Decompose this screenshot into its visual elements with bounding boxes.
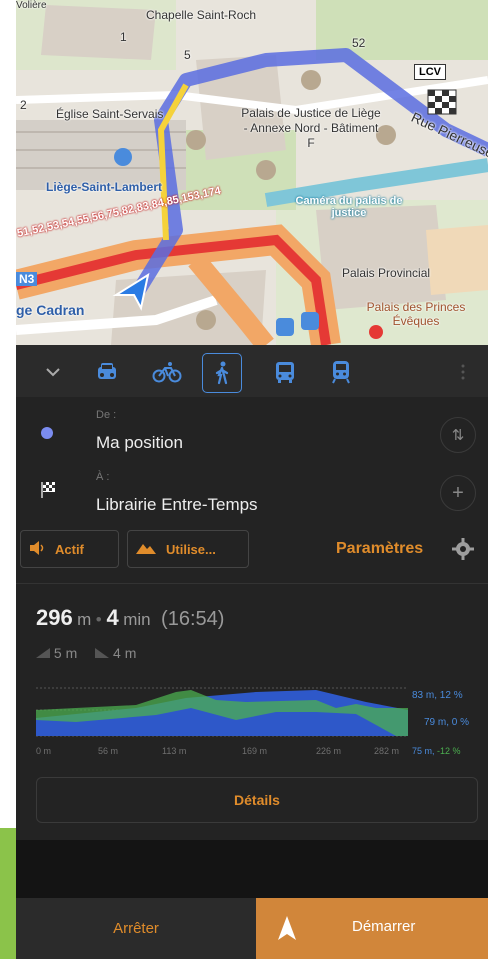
map-label-liege-lambert: Liège-Saint-Lambert — [46, 180, 163, 194]
legend-bottom: 75 m, -12 % — [412, 746, 461, 756]
descent-icon — [95, 645, 113, 661]
walk-icon[interactable] — [202, 353, 242, 393]
from-value: Ma position — [96, 433, 183, 452]
map-label-camera: Caméra du palais de justice — [295, 195, 403, 219]
map-label-num2: 2 — [20, 98, 27, 112]
mountain-icon — [136, 541, 156, 558]
start-button[interactable]: Démarrer — [256, 898, 488, 959]
legend-top: 83 m, 12 % — [412, 690, 463, 701]
map-label-lcv: LCV — [414, 64, 446, 80]
map-label-num52: 52 — [352, 36, 366, 50]
legend-mid: 79 m, 0 % — [424, 717, 470, 728]
gear-icon[interactable] — [452, 538, 474, 565]
navigation-arrow-icon — [278, 916, 296, 945]
navigation-app: Chapelle Saint-Roch Église Saint-Servais… — [16, 0, 488, 959]
map-label-voliere: Volière — [16, 0, 47, 11]
route-panel: De : Ma position ⇅ À : Librairie Entre-T… — [16, 345, 488, 840]
tick-1: 56 m — [98, 746, 119, 756]
spacer — [16, 840, 488, 898]
map-view[interactable]: Chapelle Saint-Roch Église Saint-Servais… — [16, 0, 488, 345]
transport-mode-bar — [16, 345, 488, 397]
tick-2: 113 m — [162, 746, 187, 756]
stop-button[interactable]: Arrêter — [16, 898, 256, 959]
tick-0: 0 m — [36, 746, 52, 756]
more-options-icon[interactable] — [444, 353, 482, 391]
ascent-value: 5 m — [53, 645, 78, 661]
to-value: Librairie Entre-Temps — [96, 495, 258, 514]
destination-flag-icon — [40, 481, 56, 504]
map-label-palais-provincial: Palais Provincial — [342, 266, 431, 280]
screen-edge — [0, 0, 16, 959]
distance-value: 296 — [36, 605, 73, 630]
speaker-icon — [29, 540, 45, 558]
map-label-eglise: Église Saint-Servais — [56, 107, 164, 121]
sound-label: Actif — [55, 541, 84, 557]
car-icon[interactable] — [88, 353, 126, 391]
divider — [16, 583, 488, 584]
tick-4: 226 m — [316, 746, 342, 756]
to-row[interactable]: À : Librairie Entre-Temps + — [16, 467, 488, 521]
from-label: De : — [96, 409, 117, 421]
time-value: 4 — [106, 605, 119, 630]
add-waypoint-icon[interactable]: + — [440, 475, 476, 511]
map-label-num1: 1 — [120, 30, 127, 44]
map-label-n3: N3 — [16, 272, 38, 286]
map-label-palais-princes: Palais des Princes Évêques — [366, 300, 466, 328]
collapse-chevron-icon[interactable] — [34, 353, 72, 391]
arrival-time: (16:54) — [161, 608, 225, 630]
background-strip — [0, 828, 16, 959]
position-dot-icon — [41, 427, 53, 439]
map-label-palais-justice: Palais de Justice de Liège - Annexe Nord… — [241, 106, 381, 150]
map-label-num5: 5 — [184, 48, 191, 62]
from-row[interactable]: De : Ma position ⇅ — [16, 407, 488, 461]
map-label-chapelle: Chapelle Saint-Roch — [146, 8, 257, 22]
start-label: Démarrer — [352, 918, 416, 935]
swap-icon[interactable]: ⇅ — [440, 417, 476, 453]
bicycle-icon[interactable] — [148, 353, 186, 391]
details-button[interactable]: Détails — [36, 777, 478, 823]
bottom-action-bar: Arrêter Démarrer — [16, 898, 488, 959]
avoid-label: Utilise... — [166, 541, 216, 557]
distance-unit: m — [77, 610, 92, 629]
elevation-summary: 5 m 4 m — [36, 645, 136, 661]
sound-button[interactable]: Actif — [20, 530, 119, 568]
to-label: À : — [96, 471, 110, 483]
tick-3: 169 m — [242, 746, 268, 756]
settings-label[interactable]: Paramètres — [336, 540, 423, 558]
avoid-button[interactable]: Utilise... — [127, 530, 249, 568]
tick-5: 282 m — [374, 746, 400, 756]
time-unit: min — [123, 610, 151, 629]
bus-icon[interactable] — [266, 353, 304, 391]
map-canvas — [16, 0, 488, 345]
train-icon[interactable] — [322, 353, 360, 391]
descent-value: 4 m — [113, 645, 137, 661]
route-summary: 296 m • 4 min (16:54) — [36, 605, 225, 630]
ascent-icon — [36, 645, 54, 661]
map-label-cadran: ge Cadran — [16, 302, 85, 318]
